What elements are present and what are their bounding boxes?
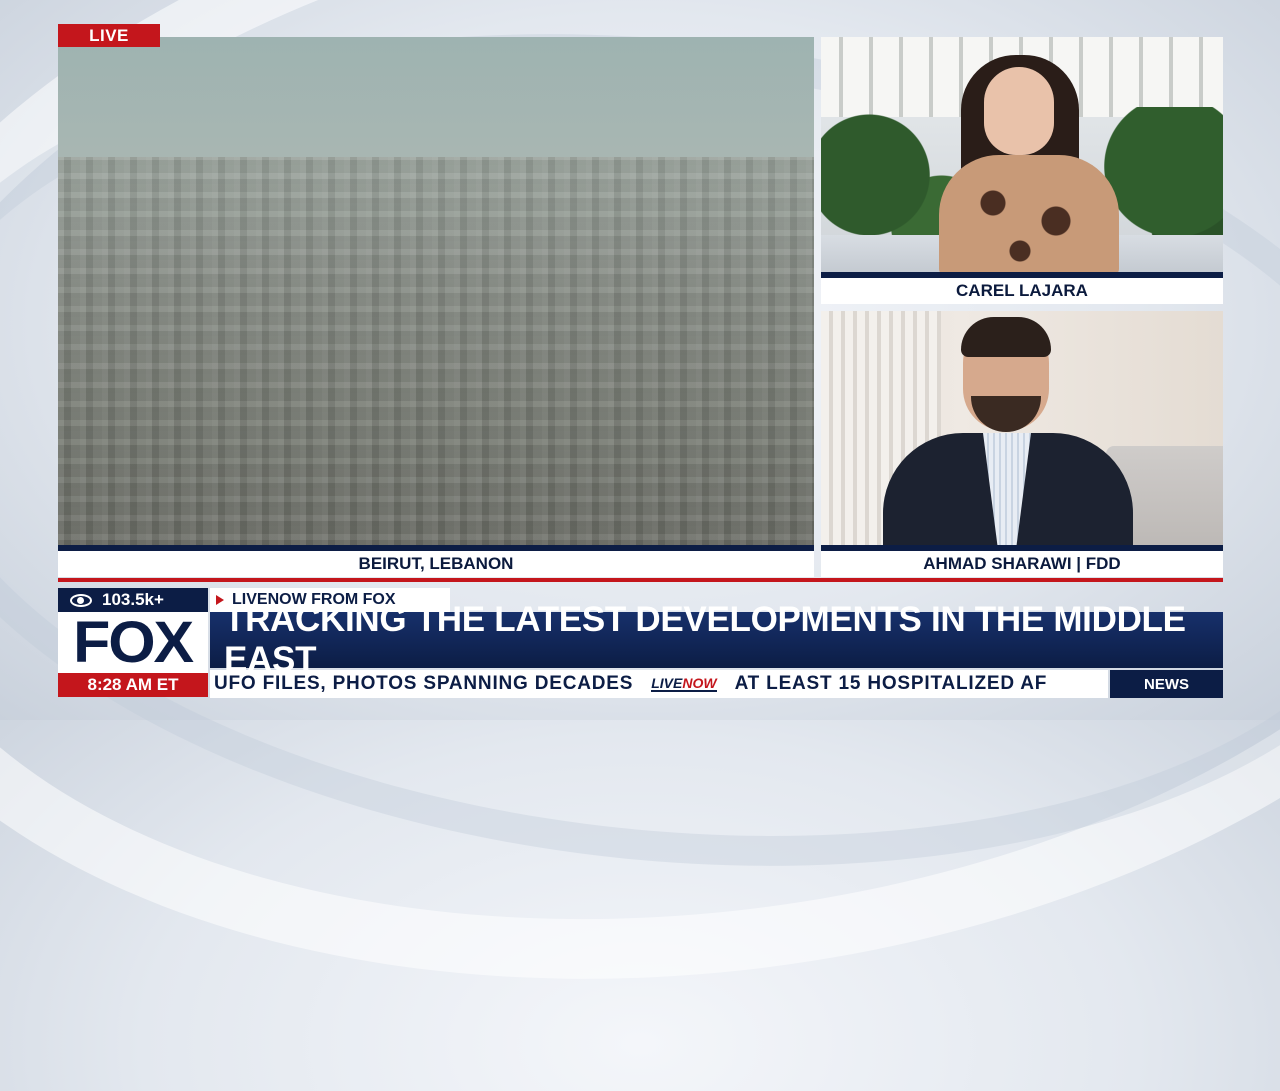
ticker-section-label: NEWS bbox=[1110, 670, 1223, 698]
main-feed-caption: BEIRUT, LEBANON bbox=[58, 545, 814, 577]
guest-caption: AHMAD SHARAWI | FDD bbox=[821, 545, 1223, 577]
livenow-logo-now: NOW bbox=[682, 675, 717, 691]
anchor-top bbox=[939, 155, 1119, 272]
anchor-face bbox=[984, 67, 1054, 155]
headline-banner: TRACKING THE LATEST DEVELOPMENTS IN THE … bbox=[210, 600, 1223, 679]
viewer-count-value: 103.5k+ bbox=[102, 590, 164, 609]
guest-beard bbox=[971, 396, 1041, 432]
video-sky bbox=[58, 37, 814, 177]
guest-hair bbox=[961, 317, 1051, 357]
live-badge: LIVE bbox=[58, 24, 160, 47]
fox-logo: FOX bbox=[58, 610, 208, 675]
anchor-caption: CAREL LAJARA bbox=[821, 272, 1223, 304]
video-cityscape bbox=[58, 157, 814, 545]
play-icon bbox=[216, 595, 224, 605]
ticker-item: UFO FILES, PHOTOS SPANNING DECADES bbox=[214, 673, 634, 694]
headline-text: TRACKING THE LATEST DEVELOPMENTS IN THE … bbox=[224, 600, 1186, 679]
guest-video-feed[interactable] bbox=[821, 311, 1223, 545]
news-ticker: UFO FILES, PHOTOS SPANNING DECADES LIVE N… bbox=[210, 670, 1108, 698]
anchor-video-feed[interactable] bbox=[821, 37, 1223, 272]
fox-logo-text: FOX bbox=[73, 610, 195, 675]
time-display: 8:28 AM ET bbox=[58, 673, 208, 697]
livenow-logo-icon: LIVE NOW bbox=[651, 675, 717, 692]
eye-icon bbox=[70, 593, 92, 607]
red-divider bbox=[58, 578, 1223, 582]
main-video-feed[interactable] bbox=[58, 37, 814, 545]
ticker-item: AT LEAST 15 HOSPITALIZED AF bbox=[734, 673, 1048, 694]
livenow-logo-live: LIVE bbox=[651, 675, 683, 691]
